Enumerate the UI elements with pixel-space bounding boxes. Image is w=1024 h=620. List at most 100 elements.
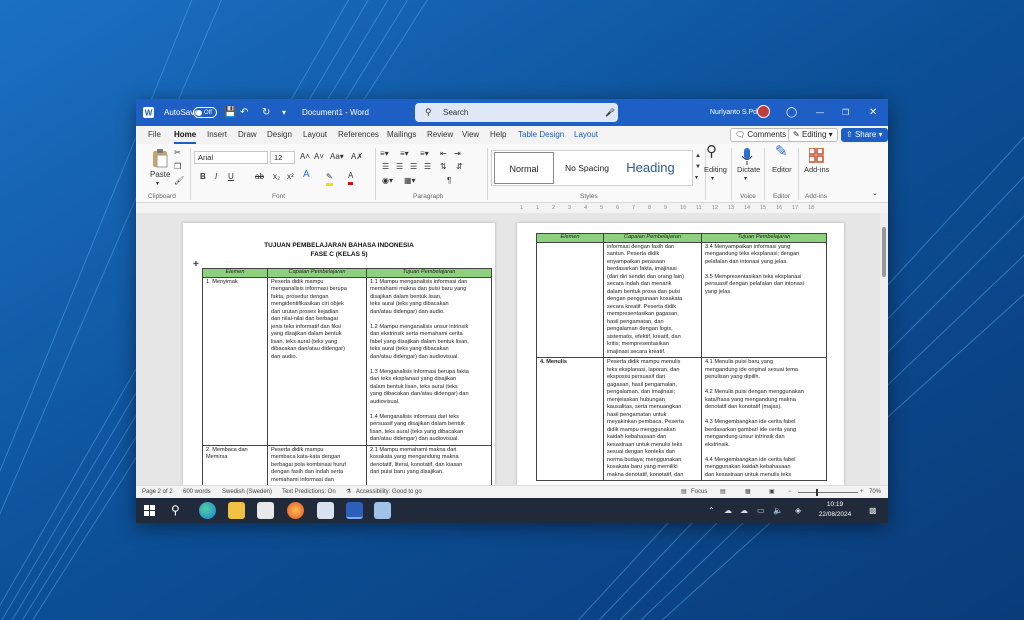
style-normal[interactable]: Normal (494, 152, 554, 184)
word-count[interactable]: 600 words (183, 486, 211, 498)
store-icon[interactable] (257, 502, 274, 519)
search-icon[interactable]: ⚲ (171, 498, 180, 523)
comments-button[interactable]: 🗨 Comments (730, 128, 792, 142)
add-ins-label[interactable]: Add-ins (804, 164, 829, 176)
align-center-icon[interactable]: ☰ (396, 161, 403, 173)
decrease-indent-icon[interactable]: ⇤ (440, 148, 447, 160)
focus-label[interactable]: Focus (691, 486, 707, 498)
table-cell[interactable]: 4.1 Menulis puisi baru yang mengandung i… (701, 357, 827, 481)
strikethrough-icon[interactable]: ab (255, 171, 264, 183)
tab-references[interactable]: References (338, 126, 379, 144)
table-cell[interactable]: Peserta didik mampu menulis teks eksplan… (603, 357, 702, 481)
table-cell[interactable]: 2. Membaca dan Memirsa (202, 444, 268, 485)
zoom-slider[interactable] (798, 489, 858, 496)
undo-icon[interactable]: ↶ (240, 99, 248, 126)
save-icon[interactable]: 💾 (224, 99, 236, 126)
zoom-in-icon[interactable]: + (860, 486, 864, 498)
styles-more-icon[interactable]: ▾ (695, 172, 698, 184)
shrink-font-icon[interactable]: A˅ (314, 151, 324, 163)
italic-icon[interactable]: I (215, 171, 217, 183)
add-ins-icon[interactable] (809, 148, 824, 163)
web-layout-icon[interactable]: ▣ (769, 486, 775, 498)
volume-icon[interactable]: 🔈 (773, 498, 783, 523)
table-move-handle-icon[interactable]: ✚ (193, 260, 199, 268)
focus-icon[interactable]: ▤ (681, 486, 687, 498)
zoom-level[interactable]: 70% (869, 486, 881, 498)
show-hidden-icons[interactable]: ⌃ (708, 498, 715, 523)
justify-icon[interactable]: ☰ (424, 161, 431, 173)
tab-home[interactable]: Home (174, 126, 197, 144)
line-spacing-icon[interactable]: ⇅ (440, 161, 447, 173)
tab-review[interactable]: Review (427, 126, 453, 144)
battery-icon[interactable]: ▭ (757, 498, 765, 523)
tab-table-layout[interactable]: Layout (574, 126, 598, 144)
lightbulb-icon[interactable]: ◯ (786, 99, 797, 126)
borders-icon[interactable]: ▦▾ (404, 175, 416, 187)
minimize-icon[interactable]: — (816, 99, 824, 126)
language[interactable]: Swedish (Sweden) (222, 486, 272, 498)
zoom-out-icon[interactable]: − (788, 486, 792, 498)
underline-icon[interactable]: U (228, 171, 234, 183)
table-cell[interactable]: 1.1 Mampu menganalisis informasi dan mem… (366, 276, 492, 446)
numbering-icon[interactable]: ≡▾ (400, 148, 409, 160)
find-icon[interactable]: ⚲ (706, 144, 717, 159)
change-case-icon[interactable]: Aa▾ (330, 151, 344, 163)
restore-icon[interactable]: ❐ (842, 99, 849, 126)
table-cell[interactable]: 4. Menulis (536, 357, 604, 481)
dictate-label[interactable]: Dictate (737, 164, 760, 176)
table-cell[interactable]: informasi dengan fasih dan santun. Peser… (603, 241, 702, 358)
font-name-select[interactable]: Arial (194, 151, 268, 164)
tab-file[interactable]: File (148, 126, 161, 144)
page-count[interactable]: Page 2 of 2 (142, 486, 173, 498)
tab-design[interactable]: Design (267, 126, 292, 144)
firefox-icon[interactable] (287, 502, 304, 519)
increase-indent-icon[interactable]: ⇥ (454, 148, 461, 160)
tab-help[interactable]: Help (490, 126, 506, 144)
microphone-icon[interactable]: 🎤 (605, 103, 615, 122)
dictate-dropdown-icon[interactable]: ▾ (744, 173, 747, 185)
weather-icon[interactable]: ☁ (724, 498, 732, 523)
collapse-ribbon-icon[interactable]: ⌄ (872, 188, 878, 200)
table-cell[interactable] (536, 241, 604, 358)
clock[interactable]: 10:19 22/08/2024 (812, 500, 858, 520)
font-color-icon[interactable]: A (348, 170, 354, 185)
editor-label[interactable]: Editor (772, 164, 792, 176)
grow-font-icon[interactable]: A˄ (300, 151, 310, 163)
close-icon[interactable]: ✕ (869, 99, 877, 126)
network-icon[interactable]: ◈ (795, 498, 801, 523)
editing-mode-button[interactable]: ✎ Editing ▾ (788, 128, 838, 142)
table-cell[interactable]: 1. Menyimak (202, 276, 268, 446)
bold-icon[interactable]: B (200, 171, 206, 183)
word-taskbar-icon[interactable] (346, 502, 363, 519)
avatar[interactable] (757, 105, 770, 118)
align-right-icon[interactable]: ☰ (410, 161, 417, 173)
table-cell[interactable]: Peserta didik mampu menganalisis informa… (267, 276, 367, 446)
editing-dropdown-icon[interactable]: ▾ (711, 173, 714, 185)
horizontal-ruler[interactable]: 1 1 2 3 4 5 6 7 8 9 10 11 12 13 14 15 16 17 18 (136, 203, 888, 213)
paint-icon[interactable] (317, 502, 334, 519)
tab-draw[interactable]: Draw (238, 126, 257, 144)
tab-table-design[interactable]: Table Design (518, 126, 564, 144)
cut-icon[interactable]: ✂ (174, 147, 181, 159)
style-heading[interactable]: Heading (619, 152, 682, 184)
table-cell[interactable]: 2.1 Mampu memahami makna dari kosakata y… (366, 444, 492, 485)
edge-icon[interactable] (199, 502, 216, 519)
subscript-icon[interactable]: x₂ (273, 171, 280, 183)
tab-layout[interactable]: Layout (303, 126, 327, 144)
autosave-toggle[interactable]: Off (193, 107, 217, 118)
tab-insert[interactable]: Insert (207, 126, 227, 144)
multilevel-list-icon[interactable]: ≡▾ (420, 148, 429, 160)
editor-icon[interactable]: ✎ (775, 144, 788, 159)
align-left-icon[interactable]: ☰ (382, 161, 389, 173)
paste-dropdown-icon[interactable]: ▾ (156, 178, 159, 190)
shading-icon[interactable]: ◉▾ (382, 175, 393, 187)
editing-label[interactable]: Editing (704, 164, 727, 176)
vertical-scrollbar[interactable] (880, 213, 888, 485)
tab-mailings[interactable]: Mailings (387, 126, 416, 144)
windows-start-icon[interactable] (144, 505, 155, 516)
read-mode-icon[interactable]: ▤ (720, 486, 726, 498)
highlight-icon[interactable]: ✎ (326, 171, 333, 186)
paste-icon[interactable] (151, 148, 169, 168)
print-layout-icon[interactable]: ▦ (745, 486, 751, 498)
show-marks-icon[interactable]: ¶ (447, 175, 451, 187)
